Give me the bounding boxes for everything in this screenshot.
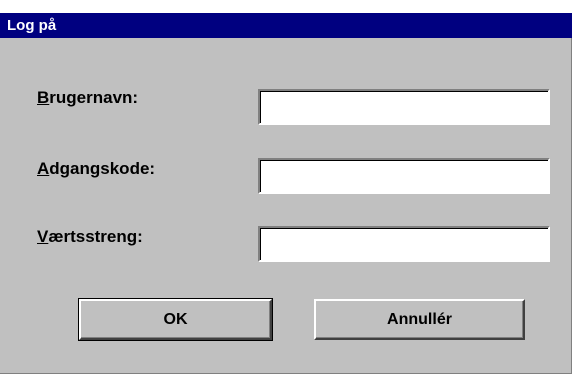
top-strip [0, 0, 572, 13]
password-accel: A [37, 159, 50, 178]
username-label-rest: rugernavn: [49, 88, 139, 107]
username-accel: B [37, 88, 50, 107]
host-label: Værtsstreng: [37, 227, 143, 247]
cancel-button[interactable]: Annullér [314, 299, 525, 340]
password-label-rest: dgangskode: [49, 159, 156, 178]
host-accel: V [37, 227, 49, 246]
dialog-title: Log på [0, 13, 572, 38]
password-label: Adgangskode: [37, 159, 155, 179]
username-label: Brugernavn: [37, 88, 138, 108]
username-field[interactable] [258, 89, 550, 125]
ok-button[interactable]: OK [78, 298, 273, 341]
host-label-rest: ærtsstreng: [48, 227, 143, 246]
host-field[interactable] [258, 226, 550, 262]
password-field[interactable] [258, 158, 550, 194]
login-dialog: Log på Brugernavn: Adgangskode: Værtsstr… [0, 13, 572, 374]
